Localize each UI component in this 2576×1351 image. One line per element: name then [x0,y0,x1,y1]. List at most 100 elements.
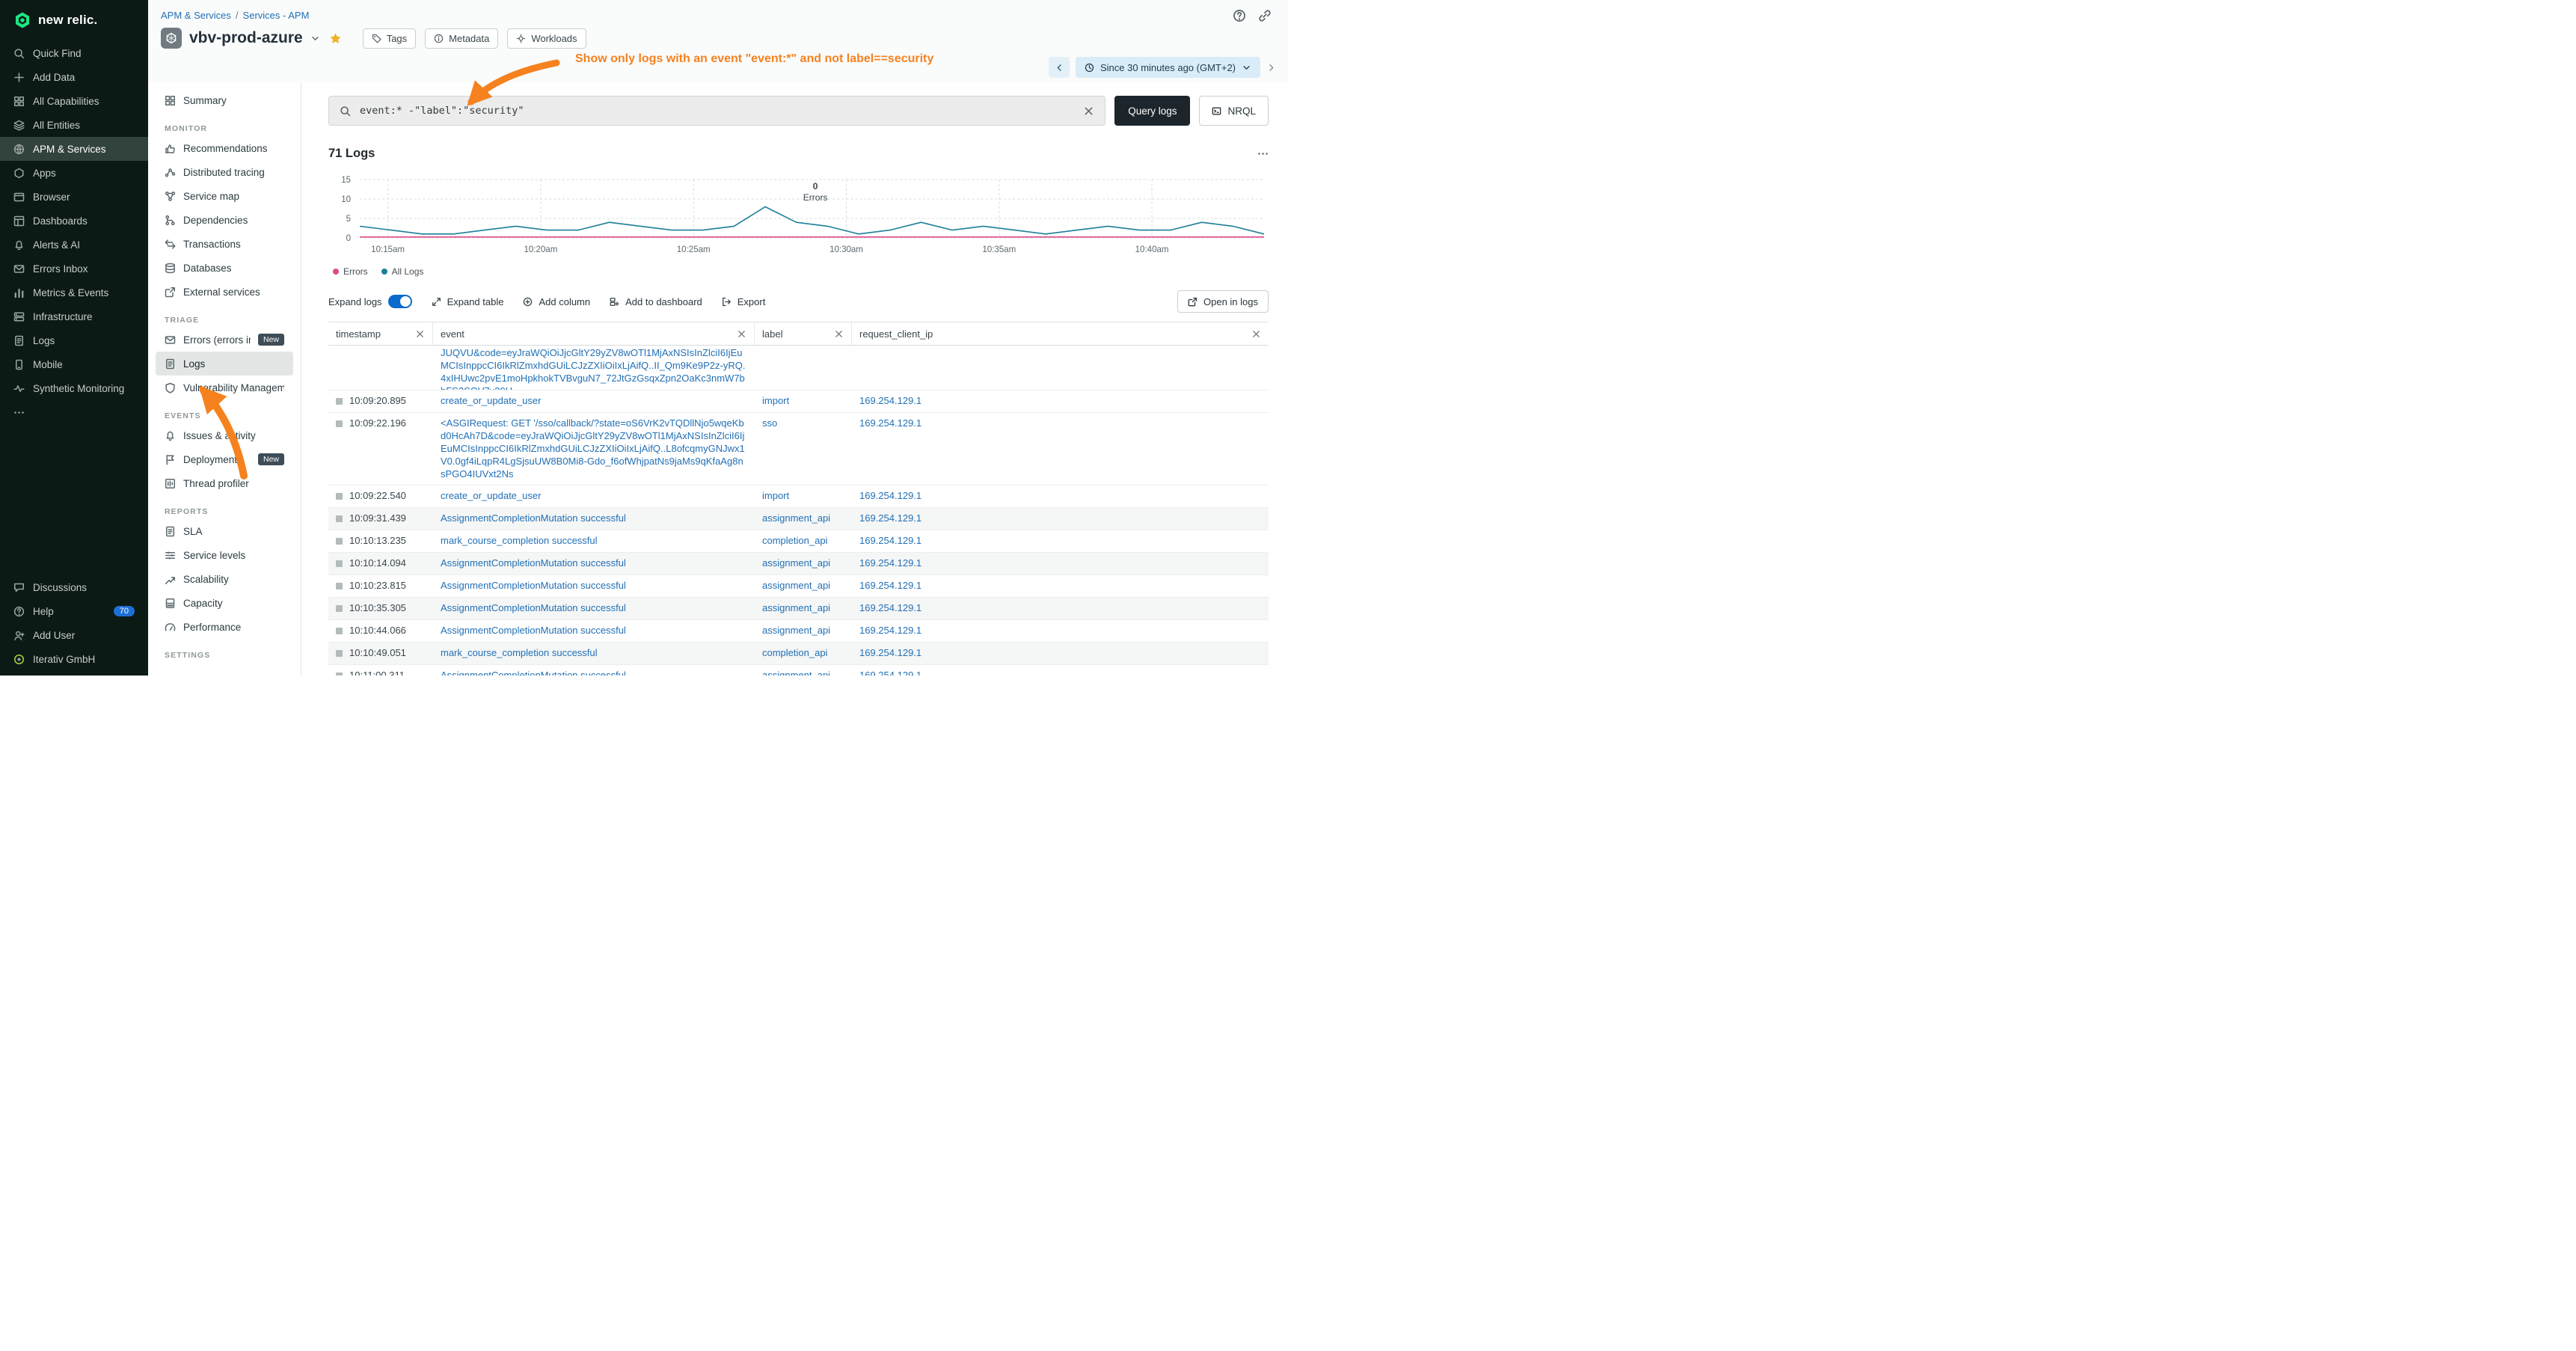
event-link[interactable]: create_or_update_user [441,490,541,501]
event-link[interactable]: AssignmentCompletionMutation successful [441,625,626,636]
log-table-row[interactable]: 10:10:35.305AssignmentCompletionMutation… [328,598,1269,620]
row-select-square[interactable] [336,515,343,522]
favorite-star-icon[interactable] [329,32,342,45]
row-select-square[interactable] [336,673,343,676]
ip-link[interactable]: 169.254.129.1 [859,580,921,591]
sidebar-item-add-data[interactable]: Add Data [0,65,148,89]
subnav-item-issues-activity[interactable]: Issues & activity [156,423,293,447]
event-link[interactable]: mark_course_completion successful [441,647,598,658]
sidebar-item-apps[interactable]: Apps [0,161,148,185]
subnav-item-performance[interactable]: Performance [156,615,293,639]
subnav-item-scalability[interactable]: Scalability [156,567,293,591]
help-circle-icon[interactable] [1233,9,1246,22]
query-logs-button[interactable]: Query logs [1114,96,1190,126]
remove-column-icon[interactable] [1251,329,1261,339]
logs-timeline-chart[interactable]: 05101510:15am10:20am10:25am10:30am10:35a… [328,169,1269,265]
time-back-button[interactable] [1049,57,1070,78]
event-link[interactable]: AssignmentCompletionMutation successful [441,512,626,524]
row-select-square[interactable] [336,493,343,500]
sidebar-item-all-capabilities[interactable]: All Capabilities [0,89,148,113]
sidebar-footer-item-discussions[interactable]: Discussions [0,575,148,599]
metadata-button[interactable]: Metadata [425,28,498,49]
subnav-item-transactions[interactable]: Transactions [156,232,293,256]
link-icon[interactable] [1258,9,1272,22]
sidebar-item-apm-services[interactable]: APM & Services [0,137,148,161]
subnav-item-thread-profiler[interactable]: Thread profiler [156,471,293,495]
label-link[interactable]: import [762,395,789,406]
logs-query-input[interactable] [358,104,1076,117]
label-link[interactable]: assignment_api [762,602,830,613]
subnav-item-sla[interactable]: SLA [156,519,293,543]
row-select-square[interactable] [336,650,343,657]
sidebar-item-alerts-ai[interactable]: Alerts & AI [0,233,148,257]
remove-column-icon[interactable] [737,329,746,339]
subnav-item-recommendations[interactable]: Recommendations [156,136,293,160]
subnav-item-dependencies[interactable]: Dependencies [156,208,293,232]
subnav-item-capacity[interactable]: Capacity [156,591,293,615]
sidebar-item-quick-find[interactable]: Quick Find [0,41,148,65]
subnav-item-vulnerability-management[interactable]: Vulnerability Management [156,376,293,399]
clear-query-icon[interactable] [1083,105,1094,117]
open-in-logs-button[interactable]: Open in logs [1177,290,1269,313]
event-link[interactable]: AssignmentCompletionMutation successful [441,602,626,613]
log-table-row[interactable]: 10:09:22.540create_or_update_userimport1… [328,485,1269,508]
ip-link[interactable]: 169.254.129.1 [859,647,921,658]
add-column-button[interactable]: Add column [523,296,590,307]
log-table-row[interactable]: 10:10:49.051mark_course_completion succe… [328,643,1269,665]
export-button[interactable]: Export [722,296,766,307]
log-table-row[interactable]: 10:10:23.815AssignmentCompletionMutation… [328,575,1269,598]
subnav-item-service-map[interactable]: Service map [156,184,293,208]
sidebar-item-browser[interactable]: Browser [0,185,148,209]
event-link[interactable]: mark_course_completion successful [441,535,598,546]
sidebar-item-infrastructure[interactable]: Infrastructure [0,304,148,328]
chevron-right-icon[interactable] [1266,63,1276,73]
sidebar-item-mobile[interactable]: Mobile [0,352,148,376]
sidebar-item-metrics-events[interactable]: Metrics & Events [0,281,148,304]
event-link[interactable]: AssignmentCompletionMutation successful [441,580,626,591]
remove-column-icon[interactable] [415,329,425,339]
ip-link[interactable]: 169.254.129.1 [859,490,921,501]
add-to-dashboard-button[interactable]: Add to dashboard [610,296,702,307]
workloads-button[interactable]: Workloads [507,28,586,49]
sidebar-footer-item-help[interactable]: Help70 [0,599,148,623]
ip-link[interactable]: 169.254.129.1 [859,557,921,569]
log-table-row[interactable]: 10:10:13.235mark_course_completion succe… [328,530,1269,553]
label-link[interactable]: import [762,490,789,501]
log-table-row[interactable]: 10:09:31.439AssignmentCompletionMutation… [328,508,1269,530]
ip-link[interactable]: 169.254.129.1 [859,512,921,524]
more-options-icon[interactable] [1257,148,1269,159]
expand-table-button[interactable]: Expand table [432,296,504,307]
log-table-row[interactable]: 10:11:00.311AssignmentCompletionMutation… [328,665,1269,676]
log-table-row[interactable]: 10:10:14.094AssignmentCompletionMutation… [328,553,1269,575]
log-table-row[interactable]: 10:09:22.196<ASGIRequest: GET '/sso/call… [328,413,1269,485]
label-link[interactable]: assignment_api [762,512,830,524]
label-link[interactable]: assignment_api [762,557,830,569]
event-link[interactable]: AssignmentCompletionMutation successful [441,670,626,676]
event-link[interactable]: JUQVU&code=eyJraWQiOiJjcGltY29yZV8wOTl1M… [441,347,745,390]
label-link[interactable]: assignment_api [762,670,830,676]
chevron-down-icon[interactable] [310,34,320,43]
sidebar-item-dashboards[interactable]: Dashboards [0,209,148,233]
log-table-row[interactable]: 10:09:20.895create_or_update_userimport1… [328,390,1269,413]
ip-link[interactable]: 169.254.129.1 [859,395,921,406]
event-link[interactable]: AssignmentCompletionMutation successful [441,557,626,569]
legend-item-errors[interactable]: Errors [333,266,368,277]
time-picker[interactable]: Since 30 minutes ago (GMT+2) [1076,57,1260,78]
sidebar-footer-item-iterativ-gmbh[interactable]: Iterativ GmbH [0,647,148,671]
subnav-item-distributed-tracing[interactable]: Distributed tracing [156,160,293,184]
sidebar-item-synthetic-monitoring[interactable]: Synthetic Monitoring [0,376,148,400]
legend-item-all-logs[interactable]: All Logs [381,266,424,277]
sidebar-item-more[interactable] [0,400,148,424]
sidebar-item-logs[interactable]: Logs [0,328,148,352]
row-select-square[interactable] [336,628,343,634]
row-select-square[interactable] [336,398,343,405]
label-link[interactable]: completion_api [762,535,827,546]
ip-link[interactable]: 169.254.129.1 [859,535,921,546]
row-select-square[interactable] [336,420,343,427]
subnav-item-service-levels[interactable]: Service levels [156,543,293,567]
log-table-row[interactable]: JUQVU&code=eyJraWQiOiJjcGltY29yZV8wOTl1M… [328,346,1269,390]
event-link[interactable]: <ASGIRequest: GET '/sso/callback/?state=… [441,417,745,480]
ip-link[interactable]: 169.254.129.1 [859,670,921,676]
row-select-square[interactable] [336,583,343,589]
row-select-square[interactable] [336,605,343,612]
